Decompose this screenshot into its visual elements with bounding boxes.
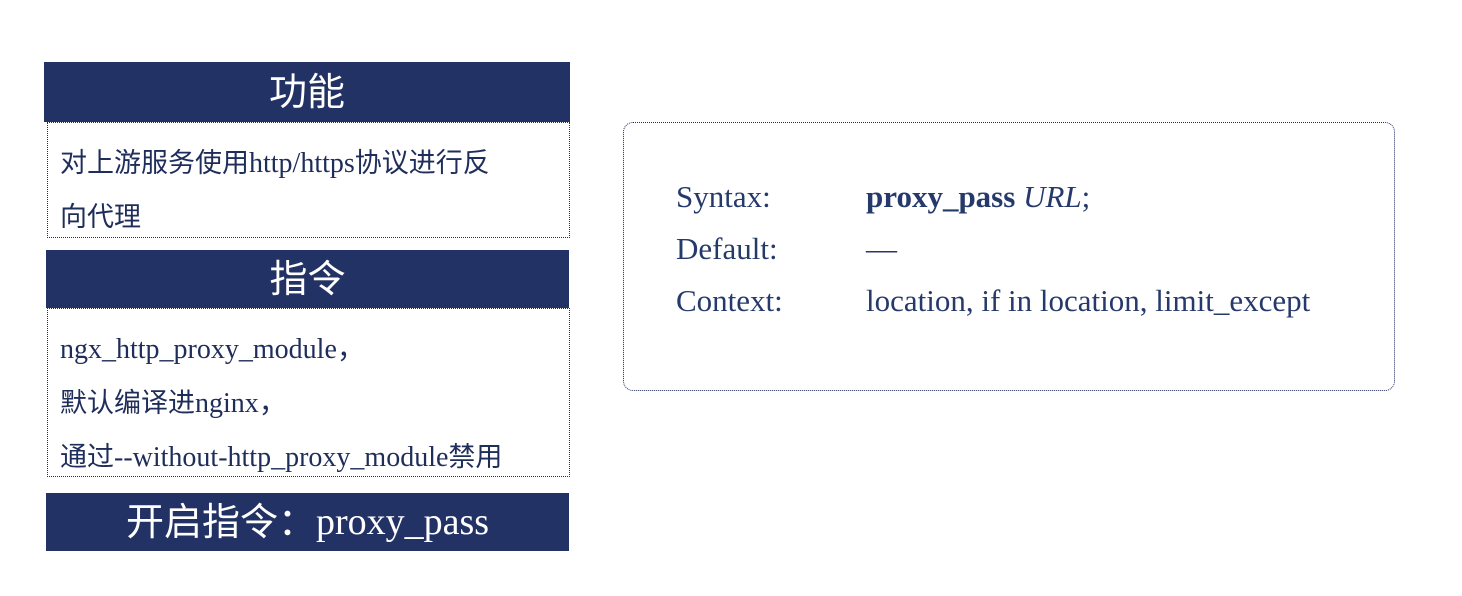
directive-doc-box: Syntax: proxy_pass URL; Default: — Context…	[623, 122, 1395, 391]
directive-header: 指令	[46, 250, 569, 308]
function-description-box: 对上游服务使用http/https协议进行反 向代理	[47, 122, 570, 238]
directive-description-box: ngx_http_proxy_module， 默认编译进nginx， 通过--w…	[47, 308, 570, 477]
function-header: 功能	[44, 62, 570, 122]
default-row: Default: —	[676, 231, 897, 267]
context-label: Context:	[676, 283, 783, 318]
enable-directive-name: proxy_pass	[315, 501, 490, 543]
directive-description-line-1: ngx_http_proxy_module，	[60, 334, 365, 365]
default-value: —	[866, 231, 897, 266]
syntax-directive-name: proxy_pass	[866, 179, 1016, 214]
directive-description-line-2: 默认编译进nginx，	[60, 388, 287, 419]
function-description-line-2: 向代理	[60, 202, 141, 233]
directive-title: 指令	[269, 257, 346, 301]
default-label: Default:	[676, 231, 778, 266]
context-value: location, if in location, limit_except	[866, 283, 1311, 318]
syntax-label: Syntax:	[676, 179, 771, 214]
directive-description-line-3: 通过--without-http_proxy_module禁用	[60, 442, 503, 473]
syntax-argument: URL	[1023, 179, 1082, 214]
syntax-row: Syntax: proxy_pass URL;	[676, 179, 1090, 215]
context-row: Context: location, if in location, limit_…	[676, 283, 1310, 319]
syntax-value: proxy_pass URL;	[866, 179, 1091, 214]
enable-directive-header: 开启指令： proxy_pass	[46, 493, 569, 551]
function-title: 功能	[268, 70, 345, 114]
enable-directive-label: 开启指令：	[125, 500, 316, 544]
function-description-line-1: 对上游服务使用http/https协议进行反	[60, 148, 490, 179]
